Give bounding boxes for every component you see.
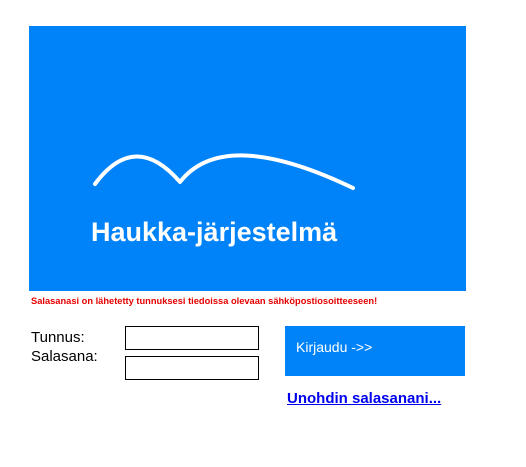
password-sent-notice: Salasanasi on lähetetty tunnuksesi tiedo…: [31, 296, 378, 306]
password-input[interactable]: [125, 356, 259, 380]
username-input[interactable]: [125, 326, 259, 350]
header-banner: Haukka-järjestelmä: [29, 26, 466, 291]
app-title: Haukka-järjestelmä: [91, 217, 338, 247]
username-label: Tunnus:: [31, 329, 85, 346]
password-label: Salasana:: [31, 348, 98, 365]
forgot-password-link[interactable]: Unohdin salasanani...: [287, 390, 441, 407]
login-button[interactable]: Kirjaudu ->>: [285, 326, 465, 376]
hawk-wings-icon: [93, 153, 355, 190]
